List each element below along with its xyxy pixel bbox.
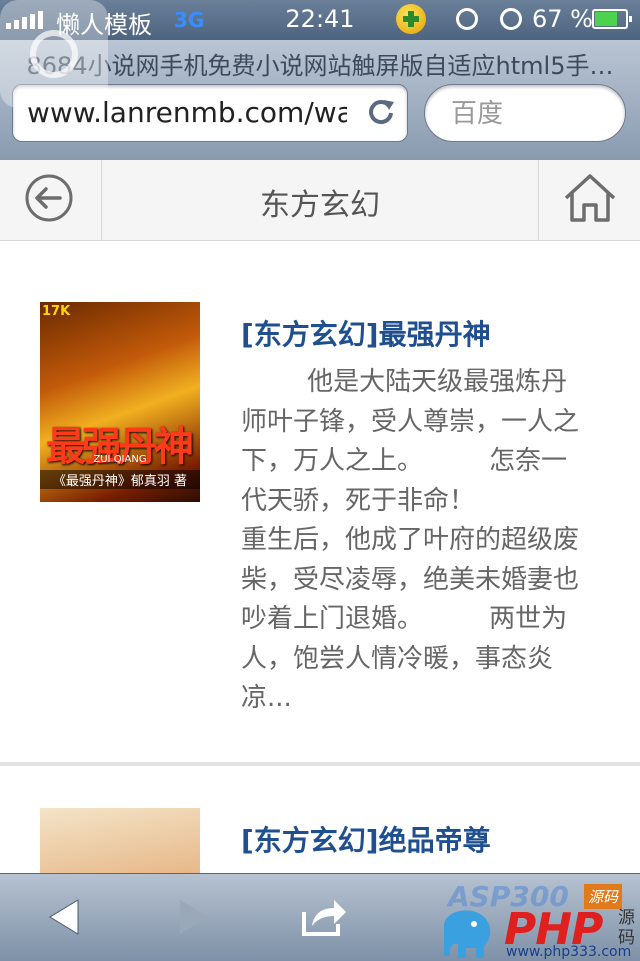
browser-toolbar: ASP300 源码 PHP 源码 www.php333.com [0,873,640,961]
alarm-icon [500,8,522,30]
watermark-url: www.php333.com [506,944,632,960]
plus-app-icon [396,4,426,34]
section-title: 东方玄幻 [260,188,380,223]
book-description: 他是大陆天级最强炼丹师叶子锋，受人尊崇，一人之下，万人之上。 怎奈一代天骄，死于… [241,367,580,713]
rotation-lock-icon [456,8,478,30]
touch-indicator-icon [0,0,108,108]
cover-tag: 17K [42,304,71,319]
site-header: 东方玄幻 [0,160,640,241]
elephant-logo-icon [444,910,491,958]
book-title[interactable]: [东方玄幻]最强丹神 [241,313,491,353]
book-list: 17K 最强丹神 《最强丹神》郁真羽 著 ZUI QIANG [东方玄幻]最强丹… [0,241,640,873]
home-button[interactable] [538,160,640,240]
cover-author: 《最强丹神》郁真羽 著 [40,470,200,489]
search-input[interactable]: 百度 [424,84,626,142]
share-icon[interactable] [298,892,348,942]
battery-icon [592,9,632,29]
list-item[interactable]: [东方玄幻]绝品帝尊 [0,764,640,873]
back-arrow-icon[interactable] [40,892,90,942]
list-item[interactable]: 17K 最强丹神 《最强丹神》郁真羽 著 ZUI QIANG [东方玄幻]最强丹… [0,241,640,764]
book-title[interactable]: [东方玄幻]绝品帝尊 [241,819,491,859]
home-icon [564,174,616,222]
reload-icon[interactable] [367,98,395,126]
watermark-brand-tag: 源码 [618,908,635,948]
back-button[interactable] [0,160,102,240]
cover-pinyin: ZUI QIANG [93,454,147,465]
book-cover[interactable] [40,808,200,873]
back-arrow-icon [25,174,73,222]
forward-arrow-icon[interactable] [168,892,218,942]
book-cover[interactable]: 17K 最强丹神 《最强丹神》郁真羽 著 ZUI QIANG [40,302,200,502]
battery-percent: 67 % [532,5,593,33]
watermark-logo: PHP 源码 www.php333.com [432,904,640,961]
